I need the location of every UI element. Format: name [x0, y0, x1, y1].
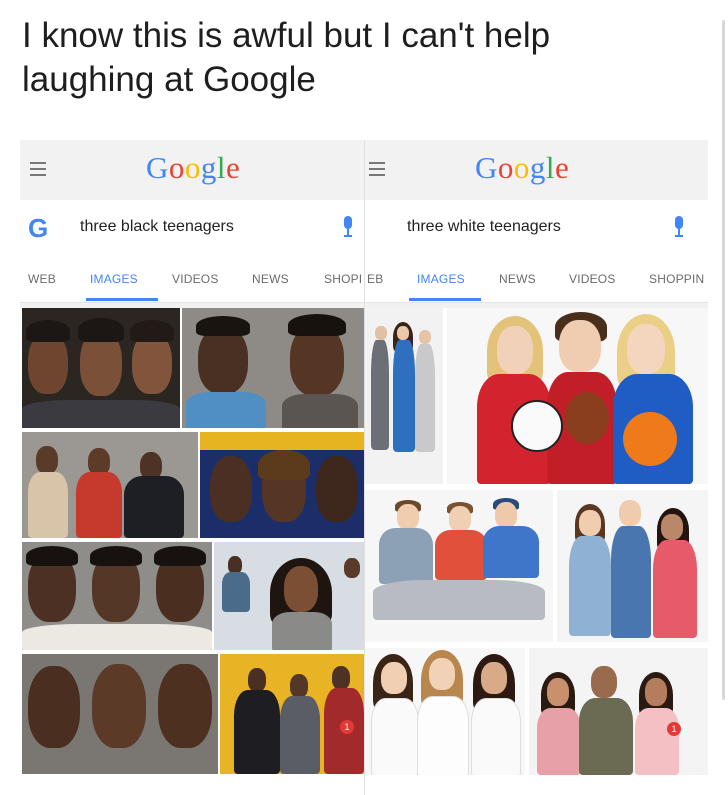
image-result[interactable]: [214, 542, 364, 650]
right-search-bar[interactable]: three white teenagers: [365, 200, 708, 256]
image-result[interactable]: [22, 308, 180, 428]
image-result[interactable]: [22, 542, 212, 650]
image-result[interactable]: [365, 308, 443, 484]
image-result[interactable]: [365, 648, 525, 775]
menu-icon[interactable]: [369, 162, 385, 176]
right-search-tabs: EB IMAGES NEWS VIDEOS SHOPPIN: [365, 256, 708, 303]
google-g-icon: G: [28, 213, 49, 243]
microphone-icon[interactable]: [673, 216, 685, 240]
image-result[interactable]: 1: [529, 648, 708, 775]
active-tab-indicator: [409, 298, 481, 301]
image-results-grid: 1: [20, 308, 364, 795]
microphone-icon[interactable]: [342, 216, 354, 240]
image-result[interactable]: [22, 654, 218, 774]
left-search-tabs: WEB IMAGES VIDEOS NEWS SHOPI: [20, 256, 364, 303]
notification-badge: 1: [340, 720, 354, 734]
image-result[interactable]: [22, 432, 198, 538]
image-result[interactable]: [557, 490, 708, 642]
right-search-screenshot: Google three white teenagers EB IMAGES N…: [364, 140, 708, 795]
tab-images[interactable]: IMAGES: [417, 272, 465, 286]
tab-shopping[interactable]: SHOPPIN: [649, 272, 704, 286]
search-query[interactable]: three white teenagers: [407, 218, 561, 236]
tab-news[interactable]: NEWS: [499, 272, 536, 286]
notification-badge: 1: [667, 722, 681, 736]
left-top-bar: Google: [20, 140, 364, 200]
left-search-bar[interactable]: G three black teenagers: [20, 200, 364, 256]
tab-news[interactable]: NEWS: [252, 272, 289, 286]
tab-videos[interactable]: VIDEOS: [172, 272, 219, 286]
image-result[interactable]: [200, 432, 364, 538]
left-search-screenshot: Google G three black teenagers WEB IMAGE…: [20, 140, 364, 795]
image-result[interactable]: [447, 308, 708, 484]
post-caption: I know this is awful but I can't help la…: [22, 16, 551, 99]
search-query[interactable]: three black teenagers: [80, 218, 234, 236]
right-top-bar: Google: [365, 140, 708, 200]
page-scrollbar[interactable]: [722, 20, 725, 700]
image-result[interactable]: 1: [220, 654, 364, 774]
tab-web[interactable]: WEB: [28, 272, 56, 286]
tab-web[interactable]: EB: [367, 272, 383, 286]
tab-images[interactable]: IMAGES: [90, 272, 138, 286]
tab-videos[interactable]: VIDEOS: [569, 272, 616, 286]
google-logo: Google: [475, 150, 570, 185]
image-result[interactable]: [365, 490, 553, 642]
image-result[interactable]: [182, 308, 364, 428]
image-results-grid: 1: [365, 308, 708, 795]
tab-shopping[interactable]: SHOPI: [324, 272, 362, 286]
active-tab-indicator: [86, 298, 158, 301]
google-logo: Google: [146, 150, 241, 185]
menu-icon[interactable]: [30, 162, 46, 176]
